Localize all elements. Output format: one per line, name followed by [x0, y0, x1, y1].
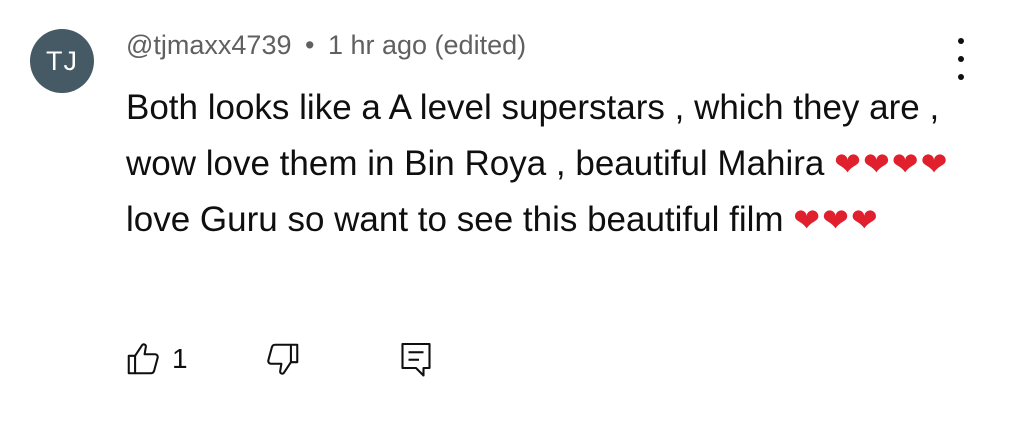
thumbs-up-icon [124, 339, 162, 379]
comment-header: @tjmaxx4739 • 1 hr ago (edited) [126, 30, 526, 61]
meta-separator: • [305, 30, 315, 60]
author-handle[interactable]: @tjmaxx4739 [126, 30, 291, 60]
comment-text-part2: love Guru so want to see this beautiful … [126, 200, 794, 239]
avatar[interactable]: TJ [30, 29, 94, 93]
hearts-emoji-group-1: ❤❤❤❤ [834, 145, 950, 183]
avatar-initials: TJ [46, 45, 78, 76]
comment-text: Both looks like a A level superstars , w… [126, 80, 966, 248]
like-button[interactable]: 1 [124, 339, 188, 379]
menu-dot [958, 38, 964, 44]
comment-timestamp[interactable]: 1 hr ago (edited) [328, 30, 526, 60]
comment-text-part1: Both looks like a A level superstars , w… [126, 88, 940, 183]
reply-comment-icon [398, 339, 434, 379]
comment-actions: 1 [124, 334, 434, 384]
dislike-button[interactable] [264, 339, 302, 379]
hearts-emoji-group-2: ❤❤❤ [793, 201, 880, 239]
reply-button[interactable] [398, 339, 434, 379]
like-count: 1 [172, 343, 188, 374]
menu-dot [958, 56, 964, 62]
thumbs-down-icon [264, 339, 302, 379]
more-vertical-icon[interactable] [946, 38, 976, 80]
comment-card: TJ @tjmaxx4739 • 1 hr ago (edited) Both … [0, 0, 1024, 428]
